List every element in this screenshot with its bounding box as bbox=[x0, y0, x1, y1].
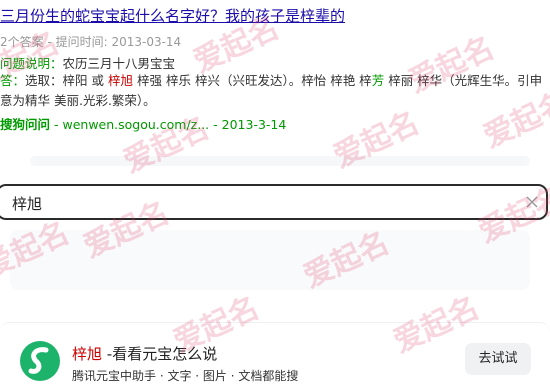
question-text: 农历三月十八男宝宝 bbox=[62, 56, 176, 71]
result-title-link[interactable]: 三月份生的蛇宝宝起什么名字好？我的孩子是梓辈的 bbox=[0, 5, 345, 26]
try-button[interactable]: 去试试 bbox=[465, 343, 531, 375]
yuanbao-logo-icon bbox=[18, 339, 62, 383]
source-date: - 2013-3-14 bbox=[213, 117, 287, 132]
answer-rest-1: 梓强 梓乐 梓兴（兴旺发达）。梓怡 梓艳 梓 bbox=[137, 73, 372, 88]
question-description: 问题说明：农历三月十八男宝宝 bbox=[0, 53, 175, 72]
card-title[interactable]: 梓旭 -看看元宝怎么说 bbox=[72, 343, 217, 364]
answer-or: 或 bbox=[91, 73, 105, 88]
answer-prefix: 选取： bbox=[25, 73, 63, 88]
question-label: 问题说明： bbox=[0, 56, 63, 71]
answer-snippet: 答：选取：梓阳 或 梓旭 梓强 梓乐 梓兴（兴旺发达）。梓怡 梓艳 梓芳 梓丽 … bbox=[0, 71, 545, 111]
card-title-highlight: 梓旭 bbox=[72, 345, 103, 363]
yuanbao-card[interactable]: 梓旭 -看看元宝怎么说 腾讯元宝中助手 · 文字 · 图片 · 文档都能搜 去试… bbox=[0, 322, 550, 383]
search-input[interactable] bbox=[10, 190, 514, 216]
source-url-link[interactable]: wenwen.sogou.com/z... bbox=[62, 117, 209, 132]
card-subtitle: 腾讯元宝中助手 · 文字 · 图片 · 文档都能搜 bbox=[72, 369, 299, 383]
result-source: 搜狗问问 - wenwen.sogou.com/z... - 2013-3-14 bbox=[0, 117, 287, 132]
answer-green: 芳 bbox=[371, 73, 385, 88]
search-box[interactable] bbox=[0, 184, 548, 220]
answer-label: 答： bbox=[0, 73, 26, 88]
suggestion-placeholder bbox=[10, 230, 530, 290]
answer-name-2: 梓旭 bbox=[108, 73, 134, 88]
source-name[interactable]: 搜狗问问 bbox=[0, 117, 50, 132]
card-title-rest: -看看元宝怎么说 bbox=[102, 345, 218, 363]
result-meta: 2个答案 - 提问时间: 2013-03-14 bbox=[0, 35, 182, 49]
divider bbox=[30, 156, 530, 166]
answer-name-1: 梓阳 bbox=[62, 73, 88, 88]
close-icon[interactable] bbox=[524, 194, 540, 210]
